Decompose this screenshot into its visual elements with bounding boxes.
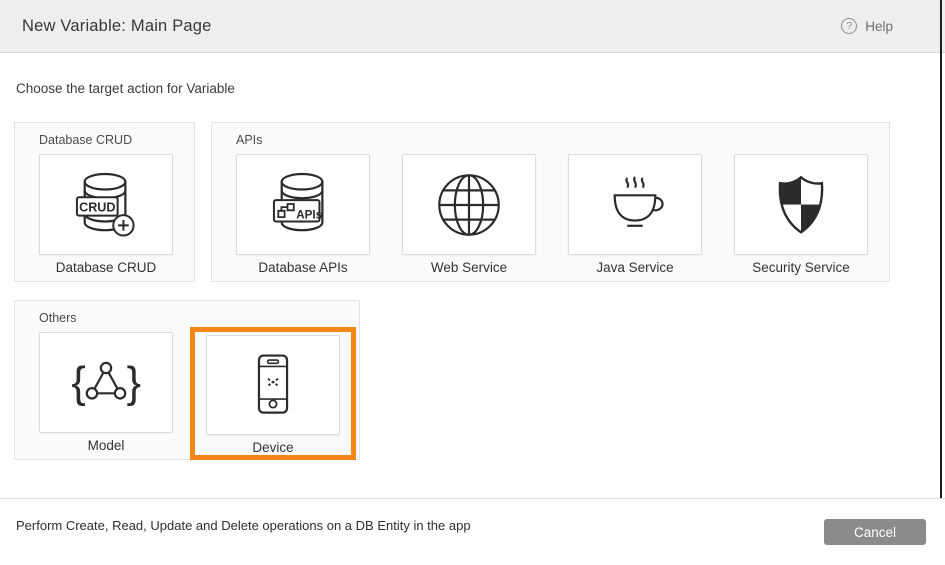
card-label: Java Service [596,260,673,275]
model-graph-icon: { } [70,353,142,413]
card-label: Database CRUD [56,260,157,275]
shield-icon [771,173,831,237]
card-label: Database APIs [258,260,347,275]
mobile-device-icon: { } [244,352,302,418]
help-label: Help [865,19,893,34]
card-label: Model [88,438,125,453]
footer-bar: Perform Create, Read, Update and Delete … [0,498,945,565]
card-security-service[interactable] [734,154,868,255]
selected-highlight: { } Device [190,327,356,460]
svg-text:APIs: APIs [296,208,322,221]
group-label: APIs [236,133,262,147]
help-button[interactable]: ? Help [841,18,893,34]
card-database-crud[interactable]: CRUD [39,154,173,255]
help-icon: ? [841,18,857,34]
svg-text:{: { [71,359,85,407]
group-label: Others [39,311,77,325]
card-item-database-apis: APIs Database APIs [236,154,370,275]
cancel-button[interactable]: Cancel [824,519,926,545]
card-label: Security Service [752,260,850,275]
group-others: Others { } Model [14,300,360,460]
group-apis: APIs APIs Database APIs [211,122,890,282]
card-web-service[interactable] [402,154,536,255]
card-item-device: { } Device [206,335,340,455]
globe-icon [436,172,502,238]
card-item-security-service: Security Service [734,154,868,275]
group-label: Database CRUD [39,133,132,147]
group-database-crud: Database CRUD CRUD Database CRUD [14,122,195,282]
card-model[interactable]: { } [39,332,173,433]
card-java-service[interactable] [568,154,702,255]
coffee-cup-icon [603,176,667,234]
window-edge-border [940,0,942,565]
card-label: Web Service [431,260,507,275]
card-item-model: { } Model [39,332,173,453]
card-database-apis[interactable]: APIs [236,154,370,255]
card-item-java-service: Java Service [568,154,702,275]
database-crud-icon: CRUD [75,170,137,240]
selection-description: Perform Create, Read, Update and Delete … [16,518,471,533]
dialog-title: New Variable: Main Page [22,17,212,36]
card-device[interactable]: { } [206,335,340,435]
svg-text:CRUD: CRUD [79,200,115,214]
card-label: Device [252,440,293,455]
svg-text:}: } [127,359,141,407]
dialog-header: New Variable: Main Page ? Help [0,0,945,53]
prompt-text: Choose the target action for Variable [16,81,235,96]
database-apis-icon: APIs [272,170,334,240]
card-item-web-service: Web Service [402,154,536,275]
card-item-database-crud: CRUD Database CRUD [39,154,173,275]
